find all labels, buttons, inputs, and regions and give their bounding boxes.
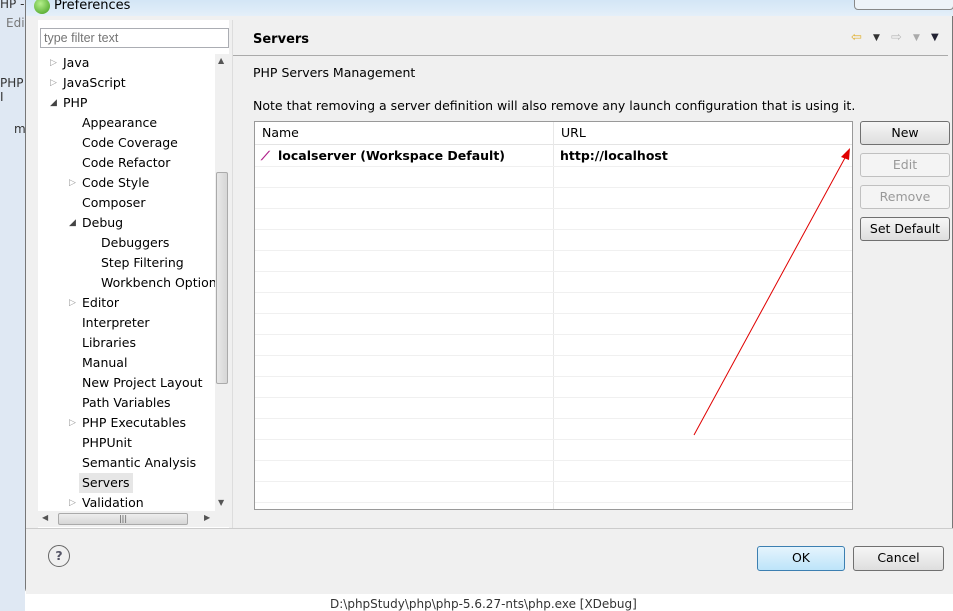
annotation-arrow-head [841, 148, 850, 160]
annotation-arrow-line [693, 155, 847, 436]
annotation-overlay [693, 148, 850, 436]
